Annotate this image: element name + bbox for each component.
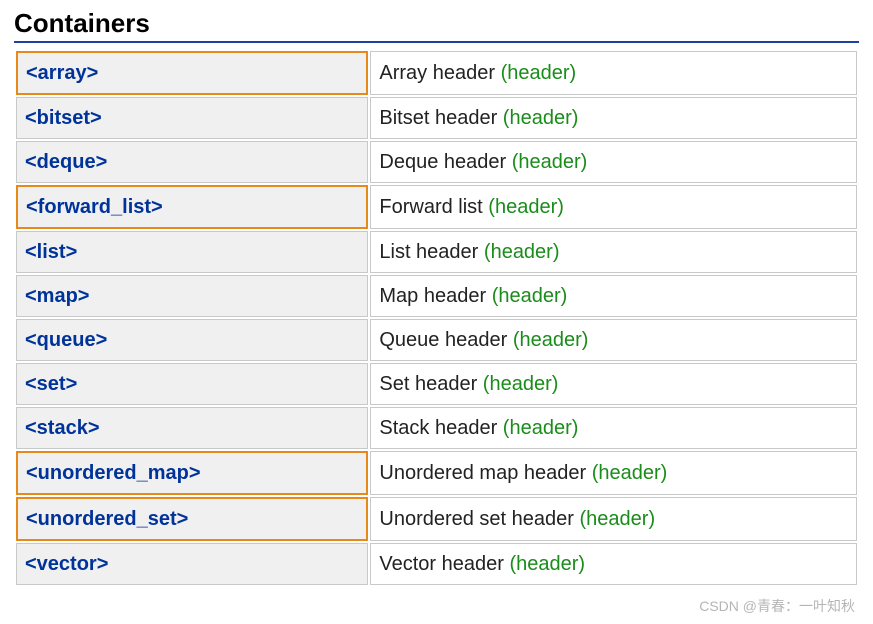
header-desc-cell: Forward list (header) — [370, 185, 857, 229]
table-row: <queue> Queue header (header) — [16, 319, 857, 361]
table-row: <bitset> Bitset header (header) — [16, 97, 857, 139]
type-tag: (header) — [513, 329, 589, 351]
header-desc-text: Stack header — [379, 417, 497, 439]
containers-table: <array> Array header (header) <bitset> Bits… — [14, 49, 859, 587]
header-name-cell: <vector> — [16, 543, 368, 585]
header-desc-text: List header — [379, 241, 478, 263]
type-tag: (header) — [503, 107, 579, 129]
table-row: <map> Map header (header) — [16, 275, 857, 317]
header-name-cell: <set> — [16, 363, 368, 405]
table-row: <set> Set header (header) — [16, 363, 857, 405]
header-name-cell: <list> — [16, 231, 368, 273]
header-link[interactable]: <unordered_map> — [26, 462, 201, 484]
header-desc-cell: Array header (header) — [370, 51, 857, 95]
header-link[interactable]: <bitset> — [25, 107, 102, 129]
header-desc-cell: Set header (header) — [370, 363, 857, 405]
type-tag: (header) — [509, 553, 585, 575]
table-row: <stack> Stack header (header) — [16, 407, 857, 449]
type-tag: (header) — [503, 417, 579, 439]
header-link[interactable]: <stack> — [25, 417, 100, 439]
type-tag: (header) — [512, 151, 588, 173]
header-desc-text: Map header — [379, 285, 486, 307]
header-name-cell: <unordered_set> — [16, 497, 368, 541]
header-desc-cell: Unordered map header (header) — [370, 451, 857, 495]
header-link[interactable]: <set> — [25, 373, 77, 395]
header-desc-text: Unordered map header — [379, 462, 586, 484]
header-desc-cell: Unordered set header (header) — [370, 497, 857, 541]
header-link[interactable]: <list> — [25, 241, 77, 263]
header-name-cell: <deque> — [16, 141, 368, 183]
containers-table-body: <array> Array header (header) <bitset> Bits… — [16, 51, 857, 585]
header-desc-text: Queue header — [379, 329, 507, 351]
header-desc-cell: Map header (header) — [370, 275, 857, 317]
header-name-cell: <array> — [16, 51, 368, 95]
type-tag: (header) — [492, 285, 568, 307]
header-link[interactable]: <forward_list> — [26, 196, 163, 218]
header-desc-text: Unordered set header — [379, 508, 574, 530]
header-desc-cell: Queue header (header) — [370, 319, 857, 361]
type-tag: (header) — [501, 62, 577, 84]
header-desc-text: Deque header — [379, 151, 506, 173]
table-row: <unordered_map> Unordered map header (hea… — [16, 451, 857, 495]
header-desc-text: Set header — [379, 373, 477, 395]
header-name-cell: <queue> — [16, 319, 368, 361]
header-desc-text: Array header — [379, 62, 495, 84]
header-link[interactable]: <map> — [25, 285, 89, 307]
header-desc-text: Vector header — [379, 553, 504, 575]
header-link[interactable]: <queue> — [25, 329, 107, 351]
header-link[interactable]: <unordered_set> — [26, 508, 188, 530]
header-desc-text: Bitset header — [379, 107, 497, 129]
header-name-cell: <forward_list> — [16, 185, 368, 229]
watermark: CSDN @青春：一叶知秋 — [699, 596, 855, 616]
header-desc-cell: Stack header (header) — [370, 407, 857, 449]
header-link[interactable]: <deque> — [25, 151, 107, 173]
header-desc-cell: Deque header (header) — [370, 141, 857, 183]
header-link[interactable]: <vector> — [25, 553, 108, 575]
header-link[interactable]: <array> — [26, 62, 98, 84]
table-row: <unordered_set> Unordered set header (hea… — [16, 497, 857, 541]
table-row: <list> List header (header) — [16, 231, 857, 273]
header-desc-cell: Vector header (header) — [370, 543, 857, 585]
table-row: <array> Array header (header) — [16, 51, 857, 95]
table-row: <deque> Deque header (header) — [16, 141, 857, 183]
header-desc-cell: List header (header) — [370, 231, 857, 273]
type-tag: (header) — [592, 462, 668, 484]
type-tag: (header) — [488, 196, 564, 218]
header-desc-text: Forward list — [379, 196, 482, 218]
header-name-cell: <bitset> — [16, 97, 368, 139]
header-desc-cell: Bitset header (header) — [370, 97, 857, 139]
table-row: <vector> Vector header (header) — [16, 543, 857, 585]
type-tag: (header) — [580, 508, 656, 530]
header-name-cell: <map> — [16, 275, 368, 317]
type-tag: (header) — [483, 373, 559, 395]
table-row: <forward_list> Forward list (header) — [16, 185, 857, 229]
header-name-cell: <unordered_map> — [16, 451, 368, 495]
section-title: Containers — [14, 8, 859, 43]
type-tag: (header) — [484, 241, 560, 263]
header-name-cell: <stack> — [16, 407, 368, 449]
